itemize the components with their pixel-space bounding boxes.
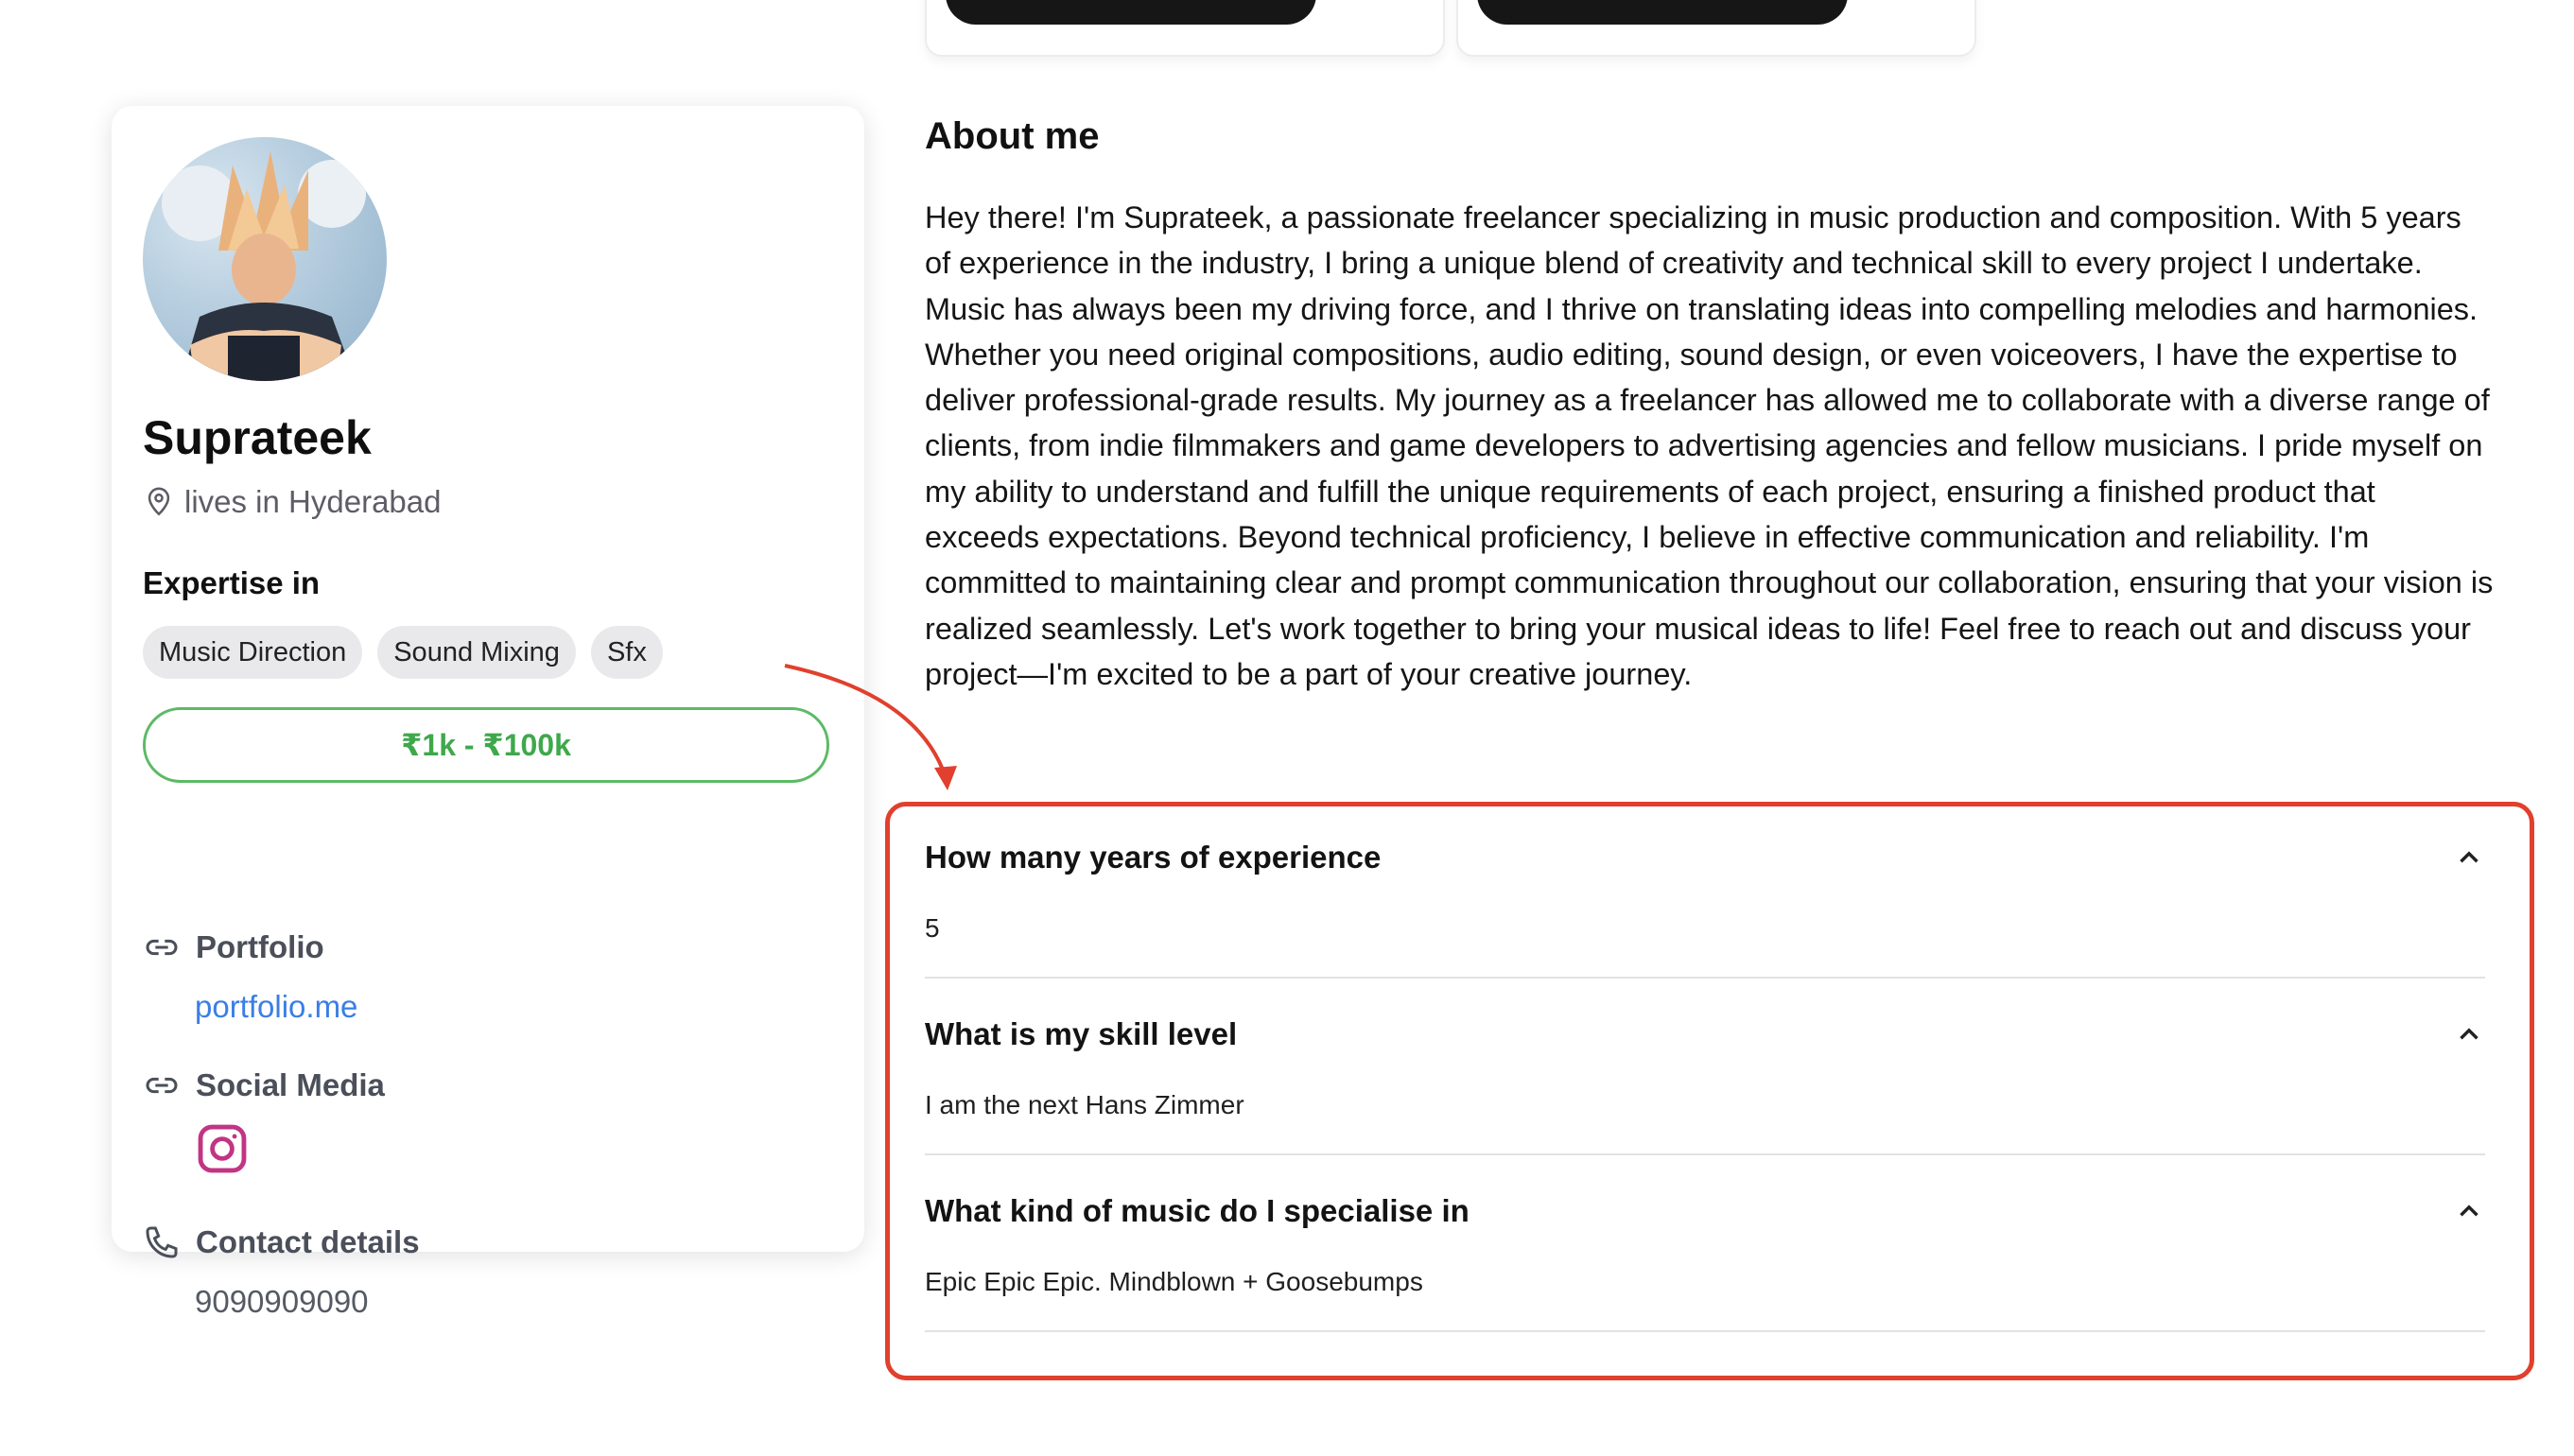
- portfolio-link[interactable]: portfolio.me: [195, 989, 357, 1025]
- location-pin-icon: [148, 487, 170, 516]
- chevron-up-icon[interactable]: [2453, 1018, 2485, 1050]
- social-section: Social Media: [143, 1066, 385, 1104]
- related-card-1[interactable]: ··: [925, 0, 1445, 57]
- link-icon: [146, 939, 178, 956]
- faq-answer: Epic Epic Epic. Mindblown + Goosebumps: [925, 1267, 1423, 1296]
- tag-music-direction: Music Direction: [143, 626, 363, 679]
- portfolio-section: Portfolio: [143, 928, 324, 966]
- chevron-up-icon[interactable]: [2453, 841, 2485, 874]
- divider: [925, 1330, 2485, 1332]
- tag-sfx: Sfx: [590, 626, 663, 679]
- instagram-icon[interactable]: [195, 1121, 250, 1176]
- chevron-up-icon[interactable]: [2453, 1195, 2485, 1227]
- faq-question[interactable]: How many years of experience: [925, 840, 1381, 875]
- about-text: Hey there! I'm Suprateek, a passionate f…: [925, 200, 2494, 691]
- contact-label: Contact details: [196, 1224, 420, 1259]
- profile-card: Suprateek lives in Hyderabad Expertise i…: [112, 106, 864, 1319]
- link-icon: [146, 1077, 178, 1094]
- expertise-tags: Music Direction Sound Mixing Sfx: [143, 626, 663, 679]
- social-label: Social Media: [196, 1067, 385, 1102]
- related-card-2[interactable]: ··: [1456, 0, 1976, 57]
- location-text: lives in Hyderabad: [184, 484, 442, 519]
- faq-answer: 5: [925, 913, 940, 943]
- card-action-button[interactable]: [1477, 0, 1848, 25]
- portfolio-label: Portfolio: [196, 929, 324, 964]
- price-range-button[interactable]: ₹1k - ₹100k: [143, 707, 829, 783]
- faq-question[interactable]: What is my skill level: [925, 1016, 1237, 1052]
- phone-number: 9090909090: [195, 1284, 369, 1319]
- divider: [925, 1153, 2485, 1155]
- faq-answer: I am the next Hans Zimmer: [925, 1090, 1244, 1119]
- tag-sound-mixing: Sound Mixing: [377, 626, 576, 679]
- annotation-arrow: [784, 664, 957, 790]
- profile-name: Suprateek: [143, 411, 372, 464]
- expertise-title: Expertise in: [143, 565, 321, 600]
- about-title: About me: [925, 115, 1100, 157]
- faq-question[interactable]: What kind of music do I specialise in: [925, 1193, 1470, 1229]
- phone-icon: [146, 1226, 178, 1258]
- divider: [925, 977, 2485, 979]
- contact-section: Contact details: [143, 1223, 420, 1261]
- location: lives in Hyderabad: [143, 484, 441, 520]
- card-action-button[interactable]: [946, 0, 1316, 25]
- avatar: [143, 137, 387, 381]
